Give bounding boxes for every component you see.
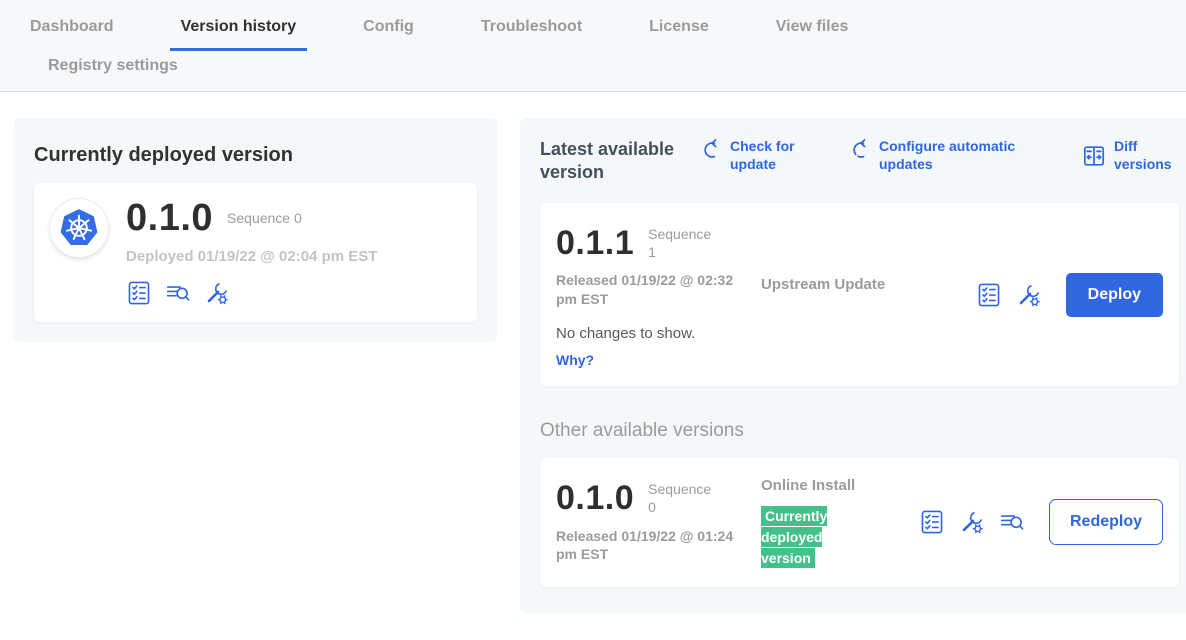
tab-config[interactable]: Config <box>352 0 425 51</box>
other-source-label: Online Install <box>761 476 919 496</box>
tab-view-files[interactable]: View files <box>765 0 860 51</box>
other-version-number: 0.1.0 <box>556 481 634 515</box>
kubernetes-icon <box>50 199 108 257</box>
deployed-version-number: 0.1.0 <box>126 199 213 237</box>
header-actions: Check for update Configure automatic upd… <box>698 138 1179 173</box>
check-for-update-link[interactable]: Check for update <box>698 138 802 173</box>
deployed-timestamp: Deployed 01/19/22 @ 02:04 pm EST <box>126 248 377 265</box>
other-source-column: Online Install Currently deployed versio… <box>761 476 919 569</box>
tab-troubleshoot[interactable]: Troubleshoot <box>470 0 593 51</box>
other-sequence-label: Sequence 0 <box>648 480 720 516</box>
other-version-info: 0.1.0 Sequence 0 Released 01/19/22 @ 01:… <box>556 476 761 564</box>
currently-deployed-panel: Currently deployed version <box>14 118 497 342</box>
tab-registry-settings[interactable]: Registry settings <box>37 51 189 91</box>
deploy-button[interactable]: Deploy <box>1066 273 1163 317</box>
currently-deployed-title: Currently deployed version <box>34 144 477 167</box>
version-card-latest: 0.1.1 Sequence 1 Released 01/19/22 @ 02:… <box>540 203 1179 386</box>
tab-license[interactable]: License <box>638 0 720 51</box>
version-card-other: 0.1.0 Sequence 0 Released 01/19/22 @ 01:… <box>540 458 1179 587</box>
deployed-actions <box>126 280 377 306</box>
content: Currently deployed version <box>0 92 1186 613</box>
view-logs-icon[interactable] <box>165 280 191 306</box>
latest-sequence-label: Sequence 1 <box>648 225 720 261</box>
top-nav: Dashboard Version history Config Trouble… <box>0 0 1186 92</box>
tab-dashboard[interactable]: Dashboard <box>19 0 125 51</box>
redeploy-button[interactable]: Redeploy <box>1049 499 1163 545</box>
tab-version-history[interactable]: Version history <box>170 0 308 51</box>
edit-config-icon[interactable] <box>1016 282 1042 308</box>
latest-available-panel: Latest available version Check for updat… <box>520 118 1186 613</box>
other-versions-heading: Other available versions <box>540 420 1179 442</box>
preflight-checks-icon[interactable] <box>919 509 945 535</box>
other-released-timestamp: Released 01/19/22 @ 01:24 pm EST <box>556 527 734 565</box>
latest-version-actions: Deploy <box>976 273 1163 317</box>
latest-available-title: Latest available version <box>540 138 690 183</box>
diff-versions-link[interactable]: Diff versions <box>1082 138 1179 173</box>
deployed-version-info: 0.1.0 Sequence 0 Deployed 01/19/22 @ 02:… <box>126 199 377 306</box>
preflight-checks-icon[interactable] <box>976 282 1002 308</box>
refresh-icon <box>698 138 722 162</box>
auto-update-icon <box>847 138 871 162</box>
latest-source-label: Upstream Update <box>761 221 919 295</box>
latest-released-timestamp: Released 01/19/22 @ 02:32 pm EST <box>556 271 734 309</box>
why-link[interactable]: Why? <box>556 352 761 368</box>
currently-deployed-badge: Currently deployed version <box>761 506 827 568</box>
deployed-sequence-label: Sequence 0 <box>227 210 302 226</box>
status-badge-wrap: Currently deployed version <box>761 506 843 569</box>
latest-changes-note: No changes to show. <box>556 325 761 342</box>
edit-config-icon[interactable] <box>959 509 985 535</box>
tab-row-secondary: Registry settings <box>19 51 1186 91</box>
diff-versions-icon <box>1082 144 1106 168</box>
deployed-version-card: 0.1.0 Sequence 0 Deployed 01/19/22 @ 02:… <box>34 183 477 322</box>
view-logs-icon[interactable] <box>999 509 1025 535</box>
configure-automatic-updates-link[interactable]: Configure automatic updates <box>847 138 1037 173</box>
latest-version-number: 0.1.1 <box>556 226 634 260</box>
edit-config-icon[interactable] <box>204 280 230 306</box>
tab-row-primary: Dashboard Version history Config Trouble… <box>19 0 1186 51</box>
preflight-checks-icon[interactable] <box>126 280 152 306</box>
other-version-actions: Redeploy <box>919 499 1163 545</box>
latest-version-info: 0.1.1 Sequence 1 Released 01/19/22 @ 02:… <box>556 221 761 368</box>
latest-available-header: Latest available version Check for updat… <box>540 138 1179 183</box>
